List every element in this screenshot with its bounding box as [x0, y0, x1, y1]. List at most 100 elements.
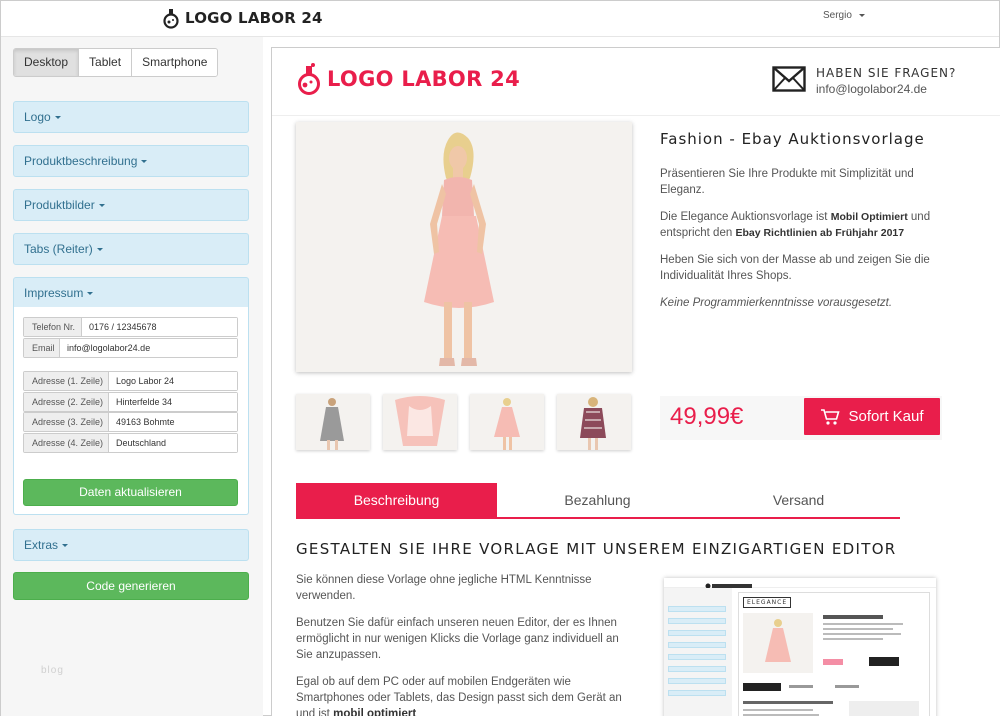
- contact-email[interactable]: info@logolabor24.de: [816, 82, 956, 96]
- device-desktop-button[interactable]: Desktop: [14, 49, 80, 76]
- email-input[interactable]: [60, 339, 237, 357]
- chevron-down-icon: [98, 204, 105, 208]
- mini-accordion: [668, 678, 726, 684]
- mini-preview-image: [743, 613, 919, 716]
- tab-beschreibung[interactable]: Beschreibung: [296, 483, 497, 517]
- contact-box: HABEN SIE FRAGEN? info@logolabor24.de: [772, 66, 956, 96]
- product-title: Fashion - Ebay Auktionsvorlage: [660, 130, 925, 148]
- envelope-icon: [772, 66, 806, 92]
- flask-icon: [163, 9, 179, 29]
- tab-bezahlung[interactable]: Bezahlung: [497, 483, 698, 517]
- adresse3-label: Adresse (3. Zeile): [24, 413, 109, 431]
- product-text-3: Heben Sie sich von der Masse ab und zeig…: [660, 254, 930, 282]
- app-logo-text: LOGO LABOR 24: [185, 9, 323, 27]
- mini-accordion: [668, 666, 726, 672]
- accordion-logo[interactable]: Logo: [13, 101, 249, 133]
- flask-icon: [298, 63, 320, 95]
- product-thumbnail-1[interactable]: [296, 394, 370, 450]
- device-tablet-button[interactable]: Tablet: [79, 49, 133, 76]
- mini-preview: ELEGANCE: [738, 592, 930, 716]
- product-thumbnail-3[interactable]: [470, 394, 544, 450]
- email-label: Email: [24, 339, 60, 357]
- mini-accordion: [668, 618, 726, 624]
- accordion-produktbilder[interactable]: Produktbilder: [13, 189, 249, 221]
- preview-logo: LOGO LABOR 24: [297, 62, 520, 96]
- product-tabs: Beschreibung Bezahlung Versand: [296, 483, 900, 519]
- update-data-button[interactable]: Daten aktualisieren: [23, 479, 238, 506]
- accordion-label: Extras: [24, 538, 59, 552]
- accordion-label: Produktbilder: [24, 198, 95, 212]
- contact-question: HABEN SIE FRAGEN?: [816, 66, 957, 80]
- accordion-produktbeschreibung[interactable]: Produktbeschreibung: [13, 145, 249, 177]
- top-bar: LOGO LABOR 24 Sergio: [1, 1, 999, 37]
- mini-accordion: [668, 630, 726, 636]
- adresse2-field: Adresse (2. Zeile): [23, 392, 238, 412]
- product-main-image[interactable]: [296, 122, 632, 372]
- chevron-down-icon: [96, 248, 103, 252]
- mini-accordion: [668, 690, 726, 696]
- adresse3-input[interactable]: [109, 413, 237, 431]
- tab-versand[interactable]: Versand: [698, 483, 899, 517]
- product-text-4: Keine Programmierkenntnisse vorausgesetz…: [660, 297, 893, 309]
- accordion-extras[interactable]: Extras: [13, 529, 249, 561]
- mini-sidebar: [664, 588, 732, 716]
- device-smartphone-button[interactable]: Smartphone: [132, 49, 218, 76]
- user-name: Sergio: [823, 10, 852, 21]
- product-text-1: Präsentieren Sie Ihre Produkte mit Simpl…: [660, 168, 914, 196]
- description-text-1: Sie können diese Vorlage ohne jegliche H…: [296, 574, 592, 602]
- generate-code-button[interactable]: Code generieren: [13, 572, 249, 600]
- accordion-label: Logo: [24, 110, 51, 124]
- preview-logo-text: LOGO LABOR 24: [327, 67, 520, 91]
- product-text-2a: Die Elegance Auktionsvorlage ist: [660, 211, 828, 223]
- product-thumbnail-4[interactable]: [557, 394, 631, 450]
- buy-now-label: Sofort Kauf: [848, 408, 924, 425]
- email-field: Email: [23, 338, 238, 358]
- dress-model-image: [296, 122, 632, 372]
- app-logo[interactable]: LOGO LABOR 24: [163, 7, 323, 29]
- buy-now-button[interactable]: Sofort Kauf: [804, 398, 940, 435]
- telefon-input[interactable]: [82, 318, 237, 336]
- editor-screenshot: ELEGANCE: [664, 578, 936, 716]
- ebay-richtlinien-text: Ebay Richtlinien ab Frühjahr 2017: [735, 227, 905, 239]
- thumbnail-image: [320, 398, 344, 450]
- adresse4-label: Adresse (4. Zeile): [24, 434, 109, 452]
- chevron-down-icon: [87, 292, 94, 296]
- adresse4-input[interactable]: [109, 434, 237, 452]
- telefon-field: Telefon Nr.: [23, 317, 238, 337]
- chevron-down-icon: [54, 116, 61, 120]
- preview-header: LOGO LABOR 24 HABEN SIE FRAGEN? info@log…: [272, 48, 1000, 116]
- adresse1-input[interactable]: [109, 372, 237, 390]
- adresse1-label: Adresse (1. Zeile): [24, 372, 109, 390]
- template-preview: LOGO LABOR 24 HABEN SIE FRAGEN? info@log…: [271, 47, 1000, 716]
- accordion-impressum[interactable]: Impressum: [13, 277, 249, 309]
- thumbnail-image: [494, 398, 520, 450]
- mini-topbar: [664, 578, 936, 589]
- mini-accordion: [668, 642, 726, 648]
- description-text-2: Benutzen Sie dafür einfach unseren neuen…: [296, 617, 619, 661]
- adresse2-input[interactable]: [109, 393, 237, 411]
- description-text-3: Egal ob auf dem PC oder auf mobilen Endg…: [296, 674, 626, 716]
- accordion-label: Impressum: [24, 286, 84, 300]
- accordion-label: Tabs (Reiter): [24, 242, 93, 256]
- mini-accordion: [668, 654, 726, 660]
- chevron-down-icon: [858, 13, 865, 17]
- adresse2-label: Adresse (2. Zeile): [24, 393, 109, 411]
- thumbnail-image: [580, 397, 606, 450]
- cart-icon: [821, 408, 841, 425]
- device-switcher: Desktop Tablet Smartphone: [13, 48, 219, 77]
- chevron-down-icon: [62, 544, 69, 548]
- adresse4-field: Adresse (4. Zeile): [23, 433, 238, 453]
- price: 49,99€: [670, 403, 744, 430]
- telefon-label: Telefon Nr.: [24, 318, 82, 336]
- product-thumbnail-2[interactable]: [383, 394, 457, 450]
- mini-title: ELEGANCE: [743, 597, 792, 608]
- accordion-label: Produktbeschreibung: [24, 154, 138, 168]
- user-menu[interactable]: Sergio: [823, 10, 865, 21]
- mini-accordion: [668, 606, 726, 612]
- watermark: blog: [41, 665, 64, 676]
- accordion-tabs[interactable]: Tabs (Reiter): [13, 233, 249, 265]
- product-text-2: Die Elegance Auktionsvorlage ist Mobil O…: [660, 209, 940, 241]
- mobil-optimiert-inline: mobil optimiert: [333, 708, 417, 716]
- adresse1-field: Adresse (1. Zeile): [23, 371, 238, 391]
- adresse3-field: Adresse (3. Zeile): [23, 412, 238, 432]
